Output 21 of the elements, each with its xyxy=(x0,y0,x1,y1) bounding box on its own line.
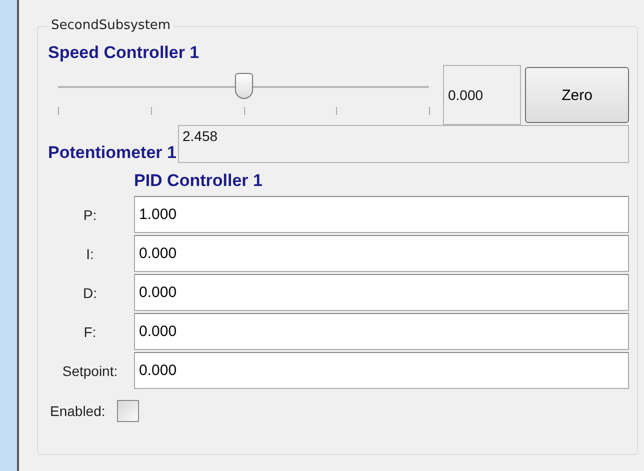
group-title: SecondSubsystem xyxy=(48,18,174,33)
input-field[interactable]: 0.000 xyxy=(134,352,629,389)
potentiometer-value: 2.458 xyxy=(178,125,629,163)
speed-value: 0.000 xyxy=(443,65,521,125)
field-label: Setpoint: xyxy=(61,362,119,378)
input-field[interactable]: 0.000 xyxy=(134,313,629,350)
field-label: F: xyxy=(82,324,98,340)
input-field[interactable]: 0.000 xyxy=(134,274,629,311)
slider-track[interactable] xyxy=(58,73,429,101)
pid-controller-title: PID Controller 1 xyxy=(134,171,264,191)
zero-button[interactable]: Zero xyxy=(525,67,629,123)
enabled-checkbox[interactable] xyxy=(117,400,140,422)
speed-controller-title: Speed Controller 1 xyxy=(48,43,200,63)
field-label: I: xyxy=(85,246,95,262)
potentiometer-label: Potentiometer 1 xyxy=(48,143,176,163)
input-field[interactable]: 0.000 xyxy=(134,235,629,272)
field-label: D: xyxy=(82,284,98,300)
input-field[interactable]: 1.000 xyxy=(134,196,629,233)
enabled-label: Enabled: xyxy=(50,403,106,419)
slider-thumb[interactable] xyxy=(234,73,252,99)
field-label: P: xyxy=(82,206,98,222)
